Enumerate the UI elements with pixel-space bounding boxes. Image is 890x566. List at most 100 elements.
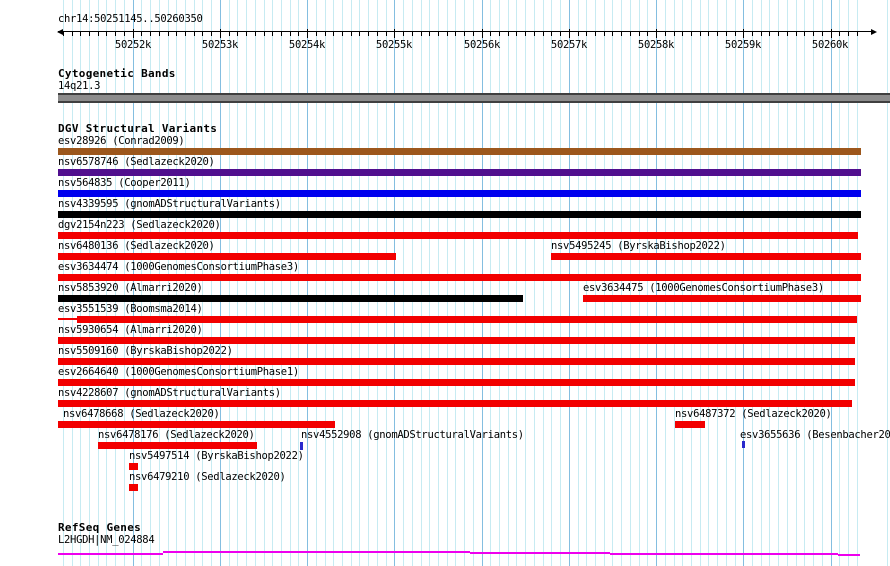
ruler-tick — [734, 32, 736, 36]
variant-bar[interactable] — [742, 441, 745, 448]
ruler-tick — [542, 32, 544, 36]
ruler-tick — [717, 32, 719, 36]
variant-label: esv3655636 (Besenbacher20 — [740, 429, 890, 441]
variant-label: nsv5930654 (Almarri2020) — [58, 324, 203, 336]
cytoband-label: 14q21.3 — [58, 80, 101, 92]
variant-bar[interactable] — [58, 337, 855, 344]
variant-label: nsv5497514 (ByrskaBishop2022) — [129, 450, 304, 462]
ruler-tick — [141, 32, 143, 36]
ruler-tick — [577, 32, 579, 36]
ruler-tick — [551, 32, 553, 36]
ruler-tick-label: 50257k — [550, 39, 588, 51]
ruler-tick — [699, 32, 701, 36]
variant-bar[interactable] — [300, 442, 303, 450]
variant-bar[interactable] — [58, 295, 523, 302]
variant-bar[interactable] — [58, 400, 852, 407]
ruler-tick — [629, 32, 631, 36]
variant-bar[interactable] — [77, 316, 857, 323]
gridline-minor — [298, 0, 300, 566]
ruler-tick — [132, 29, 134, 38]
ruler-tick — [769, 32, 771, 36]
ruler-tick — [150, 32, 151, 36]
ruler-tick — [595, 32, 596, 36]
variant-bar[interactable] — [58, 169, 861, 176]
ruler-tick — [778, 32, 780, 36]
gridline-major — [568, 0, 570, 566]
variant-bar[interactable] — [58, 318, 77, 320]
gridline-minor — [385, 0, 387, 566]
variant-bar[interactable] — [129, 463, 138, 470]
ruler-tick — [525, 32, 527, 36]
variant-bar[interactable] — [58, 190, 861, 197]
variant-bar[interactable] — [58, 274, 861, 281]
variant-label: esv3634474 (1000GenomesConsortiumPhase3) — [58, 261, 299, 273]
ruler-tick — [647, 32, 649, 36]
ruler-tick — [359, 32, 361, 36]
variant-label: nsv6478668 (Sedlazeck2020) — [63, 408, 220, 420]
variant-label: esv2664640 (1000GenomesConsortiumPhase1) — [58, 366, 299, 378]
cytobands-track-title: Cytogenetic Bands — [58, 67, 176, 80]
ruler-tick — [656, 29, 657, 38]
ruler-tick — [533, 32, 535, 36]
variant-bar[interactable] — [58, 379, 855, 386]
ruler-tick — [307, 29, 309, 38]
gridline-minor — [464, 0, 466, 566]
variant-bar[interactable] — [675, 421, 705, 428]
gene-line-segment — [838, 554, 860, 556]
gridline-minor — [333, 0, 335, 566]
ruler-tick — [289, 32, 291, 36]
variant-bar[interactable] — [58, 148, 861, 155]
gridline-minor — [376, 0, 378, 566]
ruler-tick — [586, 32, 588, 36]
ruler-tick — [246, 32, 247, 36]
variant-bar[interactable] — [58, 232, 858, 239]
variant-bar[interactable] — [58, 253, 396, 260]
gridline-minor — [289, 0, 291, 566]
gridline-minor — [315, 0, 317, 566]
variant-label: nsv564835 (Cooper2011) — [58, 177, 191, 189]
ruler-tick-label: 50258k — [637, 39, 675, 51]
ruler-tick — [673, 32, 675, 36]
ruler-tick-label: 50255k — [375, 39, 413, 51]
variant-bar[interactable] — [58, 421, 335, 428]
ruler-tick — [682, 32, 684, 36]
ruler-tick-label: 50254k — [288, 39, 326, 51]
gridline-minor — [490, 0, 492, 566]
ruler-tick — [80, 32, 82, 36]
ruler-tick — [89, 32, 90, 36]
ruler-tick — [176, 32, 178, 36]
variant-label: esv28926 (Conrad2009) — [58, 135, 185, 147]
gridline-minor — [429, 0, 431, 566]
variant-bar[interactable] — [58, 211, 861, 218]
gridline-minor — [856, 0, 858, 566]
ruler-tick — [368, 32, 370, 36]
variant-label: esv3634475 (1000GenomesConsortiumPhase3) — [583, 282, 824, 294]
ruler-tick — [499, 32, 500, 36]
ruler-tick — [298, 32, 300, 36]
ruler-tick — [490, 32, 492, 36]
variant-bar[interactable] — [129, 484, 138, 491]
gene-label: L2HGDH|NM_024884 — [58, 534, 155, 546]
variant-bar[interactable] — [98, 442, 257, 449]
ruler-tick — [856, 32, 858, 36]
ruler-tick — [743, 29, 745, 38]
ruler-tick — [158, 32, 160, 36]
ruler-tick — [342, 32, 343, 36]
variant-bar[interactable] — [583, 295, 861, 302]
variant-bar[interactable] — [58, 358, 855, 365]
gridline-minor — [472, 0, 474, 566]
variant-bar[interactable] — [551, 253, 861, 260]
gene-line-segment — [58, 553, 163, 555]
gene-line-segment — [610, 553, 838, 555]
ruler-tick — [376, 32, 378, 36]
variant-label: nsv6478176 (Sedlazeck2020) — [98, 429, 255, 441]
variant-label: nsv4552908 (gnomADStructuralVariants) — [301, 429, 524, 441]
gridline-minor — [499, 0, 500, 566]
ruler-tick — [603, 32, 605, 36]
ruler-tick — [420, 32, 422, 36]
ruler-tick — [272, 32, 274, 36]
variant-label: nsv4228607 (gnomADStructuralVariants) — [58, 387, 281, 399]
ruler-tick — [71, 32, 73, 36]
ruler-tick — [455, 32, 457, 36]
ruler-tick — [394, 29, 396, 38]
